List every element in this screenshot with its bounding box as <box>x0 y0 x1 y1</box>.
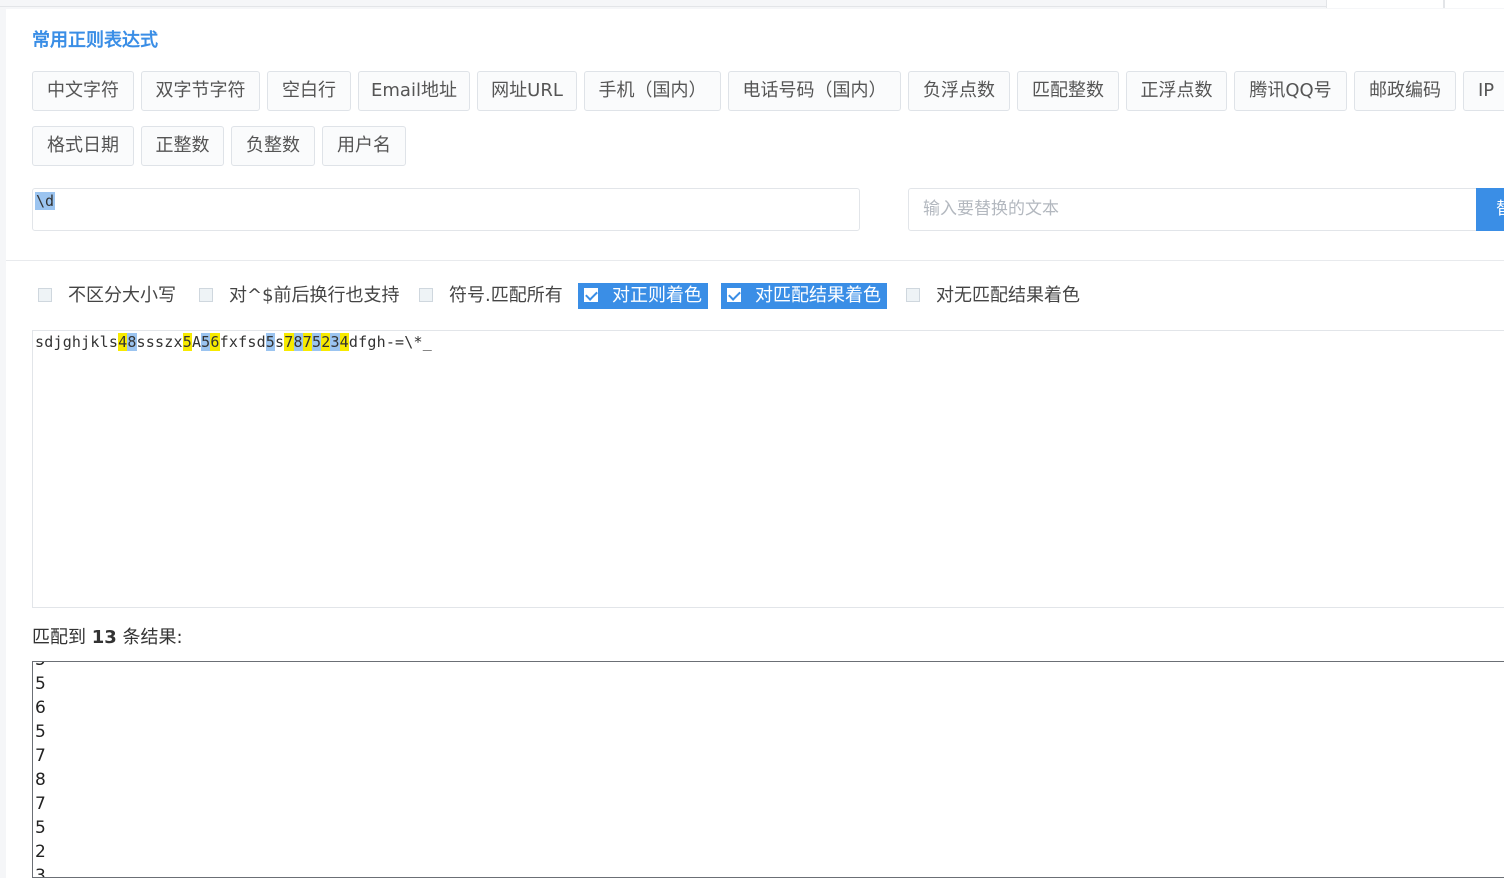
result-item: 5 <box>35 662 46 672</box>
result-list-box[interactable]: 5 5 6 5 7 8 7 5 2 3 <box>32 661 1504 878</box>
top-tab-strip <box>0 0 1504 8</box>
result-item: 8 <box>35 770 46 790</box>
result-summary: 匹配到 13 条结果: <box>32 627 183 648</box>
test-text-area[interactable]: sdjghjkls48ssszx5A56fxfsd5s7875234dfgh-=… <box>32 330 1504 608</box>
text-segment: sdjghjkls <box>35 333 119 351</box>
option-dotall[interactable]: 符号.匹配所有 <box>419 283 563 309</box>
divider <box>6 260 1504 261</box>
text-segment: fxfsd <box>219 333 266 351</box>
regex-input[interactable]: \d <box>32 188 860 231</box>
text-segment: dfgh-=\*_ <box>348 333 432 351</box>
top-tab[interactable] <box>1326 0 1444 8</box>
match-highlight: 8 <box>127 333 137 351</box>
preset-negative-int[interactable]: 负整数 <box>231 126 315 166</box>
match-highlight: 6 <box>210 333 220 351</box>
checkbox-checked-icon[interactable] <box>584 287 598 302</box>
checkbox-checked-icon[interactable] <box>727 287 741 302</box>
preset-url[interactable]: 网址URL <box>477 71 577 111</box>
preset-qq[interactable]: 腾讯QQ号 <box>1234 71 1347 111</box>
preset-double-byte[interactable]: 双字节字符 <box>141 71 260 111</box>
option-ignore-case[interactable]: 不区分大小写 <box>38 283 176 309</box>
option-color-nonmatches[interactable]: 对无匹配结果着色 <box>906 283 1080 309</box>
checkbox-icon[interactable] <box>419 287 433 302</box>
preset-postcode[interactable]: 邮政编码 <box>1354 71 1456 111</box>
match-highlight: 7 <box>302 333 312 351</box>
option-color-matches[interactable]: 对匹配结果着色 <box>721 283 887 309</box>
checkbox-icon[interactable] <box>906 287 920 302</box>
preset-phone[interactable]: 电话号码（国内） <box>728 71 901 111</box>
match-highlight: 5 <box>265 333 276 351</box>
regex-value: \d <box>35 192 56 210</box>
result-item: 5 <box>35 722 46 742</box>
preset-date[interactable]: 格式日期 <box>32 126 134 166</box>
preset-chinese-chars[interactable]: 中文字符 <box>32 71 134 111</box>
result-item: 5 <box>35 674 46 694</box>
preset-blank-line[interactable]: 空白行 <box>267 71 351 111</box>
text-segment: s <box>275 333 285 351</box>
top-tab-2[interactable] <box>1444 0 1504 8</box>
replace-button[interactable]: 替 <box>1476 188 1504 231</box>
replace-input[interactable]: 输入要替换的文本 <box>908 188 1478 231</box>
preset-ip[interactable]: IP <box>1463 71 1504 111</box>
match-highlight: 5 <box>311 333 322 351</box>
result-item: 5 <box>35 818 46 838</box>
result-count: 13 <box>91 627 117 648</box>
result-item: 6 <box>35 698 46 718</box>
match-highlight: 8 <box>293 333 303 351</box>
match-highlight: 4 <box>118 333 128 351</box>
regex-tool-panel: 常用正则表达式 中文字符 双字节字符 空白行 Email地址 网址URL 手机（… <box>6 9 1504 878</box>
preset-positive-float[interactable]: 正浮点数 <box>1126 71 1227 111</box>
match-highlight: 3 <box>330 333 340 351</box>
option-color-regex[interactable]: 对正则着色 <box>578 283 708 309</box>
result-item: 7 <box>35 746 46 766</box>
result-item: 3 <box>35 866 46 878</box>
text-segment: ssszx <box>136 333 183 351</box>
section-title: 常用正则表达式 <box>32 30 158 51</box>
match-highlight: 5 <box>182 333 192 351</box>
preset-negative-float[interactable]: 负浮点数 <box>908 71 1010 111</box>
test-text: sdjghjkls48ssszx5A56fxfsd5s7875234dfgh-=… <box>35 333 432 351</box>
match-highlight: 7 <box>284 333 294 351</box>
preset-mobile[interactable]: 手机（国内） <box>584 71 721 111</box>
text-segment: A <box>191 333 202 351</box>
result-item: 7 <box>35 794 46 814</box>
match-highlight: 4 <box>339 333 349 351</box>
option-multiline[interactable]: 对^$前后换行也支持 <box>199 283 400 309</box>
result-list: 5 5 6 5 7 8 7 5 2 3 <box>35 662 46 878</box>
preset-username[interactable]: 用户名 <box>322 126 406 166</box>
result-item: 2 <box>35 842 46 862</box>
preset-positive-int[interactable]: 正整数 <box>141 126 224 166</box>
checkbox-icon[interactable] <box>38 287 52 302</box>
preset-integer[interactable]: 匹配整数 <box>1017 71 1119 111</box>
preset-email[interactable]: Email地址 <box>358 71 470 111</box>
checkbox-icon[interactable] <box>199 287 213 302</box>
